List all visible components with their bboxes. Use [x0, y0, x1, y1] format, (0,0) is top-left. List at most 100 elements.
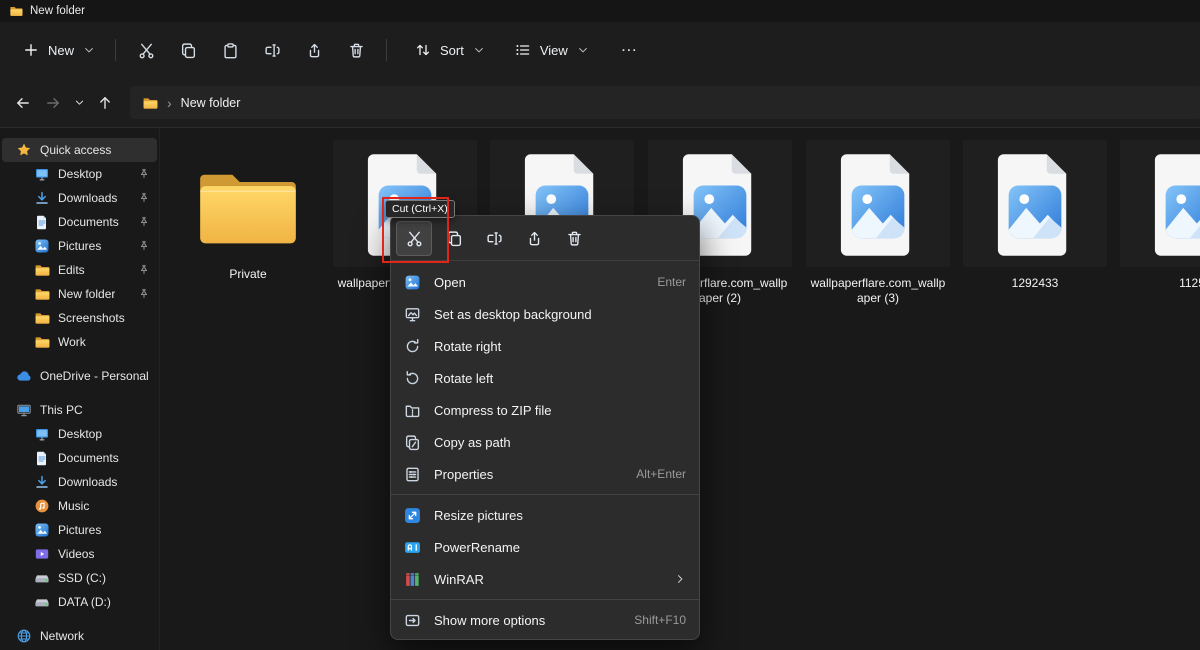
context-menu-item-rotate-right[interactable]: Rotate right — [391, 330, 699, 362]
new-button[interactable]: New — [12, 33, 106, 67]
sidebar-item-label: Network — [40, 629, 84, 643]
context-menu-item-set-as-desktop-background[interactable]: Set as desktop background — [391, 298, 699, 330]
context-menu-item-open[interactable]: Open Enter — [391, 266, 699, 298]
sort-button-label: Sort — [440, 43, 464, 58]
sidebar-item-this-pc[interactable]: This PC — [0, 398, 159, 422]
computer-icon — [16, 402, 32, 418]
file-tile[interactable]: 1125 — [1120, 140, 1200, 291]
file-thumbnail — [963, 140, 1107, 267]
file-tile[interactable]: Private — [190, 140, 306, 282]
chevron-down-icon — [577, 44, 589, 56]
file-tile[interactable]: 1292433 — [963, 140, 1107, 291]
file-name: Private — [190, 267, 306, 282]
view-button[interactable]: View — [504, 33, 600, 67]
sidebar-item-edits[interactable]: Edits — [0, 258, 159, 282]
sidebar-item-pc-downloads[interactable]: Downloads — [0, 470, 159, 494]
address-bar[interactable]: › New folder — [130, 86, 1200, 119]
menu-separator — [391, 599, 699, 600]
music-icon — [34, 498, 50, 514]
sidebar-item-data-d[interactable]: DATA (D:) — [0, 590, 159, 614]
pin-icon — [138, 288, 150, 300]
share-button[interactable] — [293, 33, 335, 67]
sidebar-item-label: New folder — [58, 287, 115, 301]
sidebar-item-label: This PC — [40, 403, 83, 417]
sidebar-item-label: SSD (C:) — [58, 571, 106, 585]
sidebar-item-label: Desktop — [58, 167, 102, 181]
sidebar-item-desktop[interactable]: Desktop — [0, 162, 159, 186]
paste-button[interactable] — [209, 33, 251, 67]
sidebar-item-downloads[interactable]: Downloads — [0, 186, 159, 210]
context-menu-item-rotate-left[interactable]: Rotate left — [391, 362, 699, 394]
recent-locations-button[interactable] — [68, 88, 90, 118]
image-icon — [34, 522, 50, 538]
sidebar-item-label: Pictures — [58, 523, 101, 537]
context-menu-item-powerrename[interactable]: PowerRename — [391, 531, 699, 563]
sidebar-item-pc-desktop[interactable]: Desktop — [0, 422, 159, 446]
sidebar-item-label: Downloads — [58, 191, 117, 205]
toolbar-separator — [115, 39, 116, 61]
forward-button[interactable] — [38, 88, 68, 118]
file-tile[interactable]: wallpaperflare.com_wallpaper (3) — [806, 140, 950, 306]
back-button[interactable] — [8, 88, 38, 118]
pin-icon — [138, 216, 150, 228]
cloud-icon — [16, 368, 32, 384]
zip-folder-icon — [404, 402, 421, 419]
share-button[interactable] — [516, 221, 552, 256]
more-options-button[interactable]: … — [608, 33, 650, 67]
context-menu-item-copy-as-path[interactable]: Copy as path — [391, 426, 699, 458]
sidebar-item-network[interactable]: Network — [0, 624, 159, 648]
plus-icon — [23, 42, 39, 58]
cut-button[interactable] — [125, 33, 167, 67]
rename-icon — [264, 42, 281, 59]
sidebar-item-label: Music — [58, 499, 89, 513]
toolbar-separator — [386, 39, 387, 61]
sort-button[interactable]: Sort — [404, 33, 496, 67]
rotate-right-icon — [404, 338, 421, 355]
delete-button[interactable] — [335, 33, 377, 67]
video-icon — [34, 546, 50, 562]
sidebar-item-work[interactable]: Work — [0, 330, 159, 354]
sidebar-item-documents[interactable]: Documents — [0, 210, 159, 234]
show-more-icon — [404, 612, 421, 629]
sidebar-item-pc-pictures[interactable]: Pictures — [0, 518, 159, 542]
cut-button[interactable] — [396, 221, 432, 256]
sidebar-item-ssd-c[interactable]: SSD (C:) — [0, 566, 159, 590]
sidebar-item-pc-documents[interactable]: Documents — [0, 446, 159, 470]
rename-button[interactable] — [476, 221, 512, 256]
sidebar-item-new-folder[interactable]: New folder — [0, 282, 159, 306]
sidebar-item-label: Documents — [58, 215, 119, 229]
sidebar-item-onedrive[interactable]: OneDrive - Personal — [0, 364, 159, 388]
sidebar-item-pc-music[interactable]: Music — [0, 494, 159, 518]
context-menu-item-show-more-options[interactable]: Show more options Shift+F10 — [391, 604, 699, 636]
rename-button[interactable] — [251, 33, 293, 67]
trash-icon — [348, 42, 365, 59]
up-button[interactable] — [90, 88, 120, 118]
sidebar-item-quick-access[interactable]: Quick access — [2, 138, 157, 162]
window-title: New folder — [30, 5, 85, 17]
delete-button[interactable] — [556, 221, 592, 256]
copy-button[interactable] — [436, 221, 472, 256]
navigation-bar: › New folder — [0, 78, 1200, 128]
drive-icon — [34, 570, 50, 586]
context-menu-item-winrar[interactable]: WinRAR — [391, 563, 699, 595]
rotate-left-icon — [404, 370, 421, 387]
globe-icon — [16, 628, 32, 644]
context-menu-item-compress-to-zip[interactable]: Compress to ZIP file — [391, 394, 699, 426]
sidebar-item-pc-videos[interactable]: Videos — [0, 542, 159, 566]
context-menu-list: Open Enter Set as desktop background Rot… — [391, 261, 699, 639]
menu-item-shortcut: Alt+Enter — [636, 467, 686, 481]
arrow-left-icon — [15, 95, 31, 111]
menu-item-label: Resize pictures — [434, 508, 673, 523]
sidebar-item-label: Screenshots — [58, 311, 125, 325]
folder-icon — [9, 4, 23, 18]
image-icon — [34, 238, 50, 254]
chevron-down-icon — [83, 44, 95, 56]
context-menu-item-properties[interactable]: Properties Alt+Enter — [391, 458, 699, 490]
menu-item-label: WinRAR — [434, 572, 661, 587]
sidebar-item-screenshots[interactable]: Screenshots — [0, 306, 159, 330]
breadcrumb-separator: › — [167, 95, 172, 111]
context-menu-item-resize-pictures[interactable]: Resize pictures — [391, 499, 699, 531]
share-icon — [306, 42, 323, 59]
copy-button[interactable] — [167, 33, 209, 67]
sidebar-item-pictures[interactable]: Pictures — [0, 234, 159, 258]
